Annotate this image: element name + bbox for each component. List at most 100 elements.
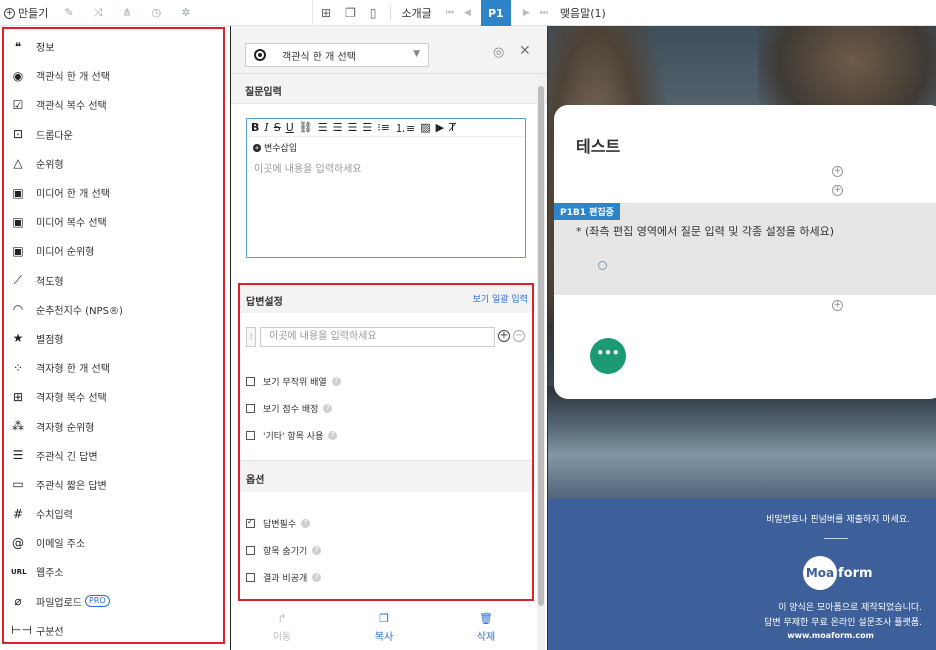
question-type-select[interactable]: 객관식 한 개 선택 ▼ [245,43,429,67]
align-right-icon[interactable]: ☰ [348,121,358,134]
checkbox[interactable] [246,546,255,555]
question-type-item[interactable]: ☑ 객관식 복수 선택 [4,90,223,119]
question-type-item[interactable]: ◠ 순추천지수 (NPS®) [4,295,223,324]
checkbox-score[interactable]: 보기 점수 배정 ? [246,402,333,415]
checkbox[interactable] [246,431,255,440]
survey-title[interactable]: 테스트 [576,133,620,157]
checkbox-required[interactable]: 답변필수 ? [246,517,311,530]
current-page-tab[interactable]: P1 [480,0,511,26]
bulk-input-link[interactable]: 보기 일괄 입력 [473,292,528,305]
image-icon[interactable]: ▨ [420,121,430,134]
drag-handle-icon[interactable]: ⁞ [246,327,256,347]
add-option-icon[interactable]: + [498,330,510,342]
help-icon[interactable]: ? [328,431,338,440]
question-type-label: 미디어 순위형 [36,247,95,259]
shuffle-icon[interactable]: ⤨ [94,6,103,20]
bullet-list-icon[interactable]: ⁝≡ [377,121,390,134]
prev-page-icon[interactable]: ◀ [464,8,471,18]
question-type-item[interactable]: ❝ 정보 [4,32,223,61]
help-icon[interactable]: ? [312,546,322,555]
moaform-logo[interactable]: Moa form [803,556,873,590]
section-title: 옵션 [246,475,265,486]
bold-icon[interactable]: B [251,121,259,134]
clock-icon[interactable]: ◷ [152,6,162,20]
add-block-icon[interactable]: + [832,300,843,311]
make-button[interactable]: + 만들기 [4,5,48,21]
copy-page-icon[interactable]: ❐ [345,6,356,20]
align-left-icon[interactable]: ☰ [318,121,328,134]
checkbox-random-order[interactable]: 보기 무작위 배열 ? [246,375,341,388]
checkbox[interactable] [246,377,255,386]
link-icon[interactable]: ⛓ [299,121,313,134]
question-type-item[interactable]: URL 웹주소 [4,557,223,586]
question-type-item[interactable]: ⊞ 격자형 복수 선택 [4,382,223,411]
footer-text: 이 양식은 모아폼으로 제작되었습니다. [778,603,922,613]
question-block[interactable]: P1B1 편집중 * (좌측 편집 영역에서 질문 입력 및 각종 설정을 하세… [554,203,936,295]
help-icon[interactable]: ? [312,573,322,582]
question-type-label: 별점형 [36,334,64,346]
branch-icon[interactable]: ⋔ [122,6,131,20]
clear-format-icon[interactable]: Ⱦ [449,121,456,134]
question-type-item[interactable]: ▣ 미디어 순위형 [4,236,223,265]
checkbox[interactable] [246,573,255,582]
align-center-icon[interactable]: ☰ [333,121,343,134]
last-page-icon[interactable]: ⏭ [540,8,548,18]
checkbox-private[interactable]: 결과 비공개 ? [246,571,322,584]
checkbox-other[interactable]: '기타' 항목 사용 ? [246,429,338,442]
question-type-item[interactable]: ⊡ 드롭다운 [4,120,223,149]
question-type-item[interactable]: ⟋ 척도형 [4,266,223,295]
move-button[interactable]: ↱ 이동 [231,604,333,650]
first-page-icon[interactable]: ⏮ [446,8,454,18]
video-icon[interactable]: ▶ [436,121,444,134]
underline-icon[interactable]: U [286,121,294,134]
add-block-icon[interactable]: + [832,185,843,196]
question-type-item[interactable]: ⊢⊣ 구분선 [4,616,223,645]
number-list-icon[interactable]: ⒈≡ [395,120,415,136]
target-icon[interactable]: ◎ [493,45,504,60]
checkbox-checked[interactable] [246,517,255,528]
pin-icon[interactable]: ✎ [64,6,73,20]
question-type-item[interactable]: ☰ 주관식 긴 답변 [4,441,223,470]
footer-url[interactable]: www.moaform.com [548,631,936,640]
help-icon[interactable]: ? [301,519,311,528]
question-type-item[interactable]: ◉ 객관식 한 개 선택 [4,61,223,90]
checkbox-hide[interactable]: 항목 숨기기 ? [246,544,322,557]
more-button[interactable]: ••• [590,338,626,374]
question-type-item[interactable]: ▣ 미디어 한 개 선택 [4,178,223,207]
delete-button[interactable]: 🗑 삭제 [435,604,537,650]
toolbar-left: + 만들기 ✎ ⤨ ⋔ ◷ ✲ [0,0,230,26]
question-type-item[interactable]: # 수치입력 [4,499,223,528]
question-type-item[interactable]: ▣ 미디어 복수 선택 [4,207,223,236]
scrollbar-thumb[interactable] [538,86,544,606]
copy-button[interactable]: ❐ 복사 [333,604,435,650]
help-icon[interactable]: ? [331,377,341,386]
intro-tab[interactable]: 소개글 [401,5,431,21]
question-type-item[interactable]: ★ 별점형 [4,324,223,353]
align-justify-icon[interactable]: ☰ [362,121,372,134]
gear-icon[interactable]: ✲ [181,6,190,20]
question-type-item[interactable]: △ 순위형 [4,149,223,178]
ending-tab[interactable]: 맺음말(1) [560,5,606,21]
question-rich-editor[interactable]: B I S U ⛓ ☰ ☰ ☰ ☰ ⁝≡ ⒈≡ ▨ ▶ Ⱦ + 변수삽입 이곳에… [246,118,526,258]
radio-option[interactable] [598,261,607,270]
variable-insert-button[interactable]: + 변수삽입 [247,137,525,154]
options-section-header: 옵션 [240,460,532,492]
star-icon: ★ [12,331,24,346]
close-icon[interactable]: ✕ [519,43,531,59]
strike-icon[interactable]: S [274,121,281,134]
checkbox[interactable] [246,404,255,413]
add-page-icon[interactable]: ⊞ [321,6,331,20]
italic-icon[interactable]: I [264,121,268,134]
question-type-item[interactable]: @ 이메일 주소 [4,528,223,557]
remove-option-icon[interactable]: − [513,330,525,342]
question-type-item[interactable]: ⁂ 격자형 순위형 [4,411,223,440]
option-input[interactable]: 이곳에 내용을 입력하세요 [260,327,495,347]
add-block-icon[interactable]: + [832,166,843,177]
question-type-item[interactable]: ⌀ 파일업로드 PRO [4,587,223,616]
question-type-item[interactable]: ▭ 주관식 짧은 답변 [4,470,223,499]
help-icon[interactable]: ? [323,404,333,413]
blank-page-icon[interactable]: ▯ [370,6,377,20]
next-page-icon[interactable]: ▶ [523,8,530,18]
question-type-label: 수치입력 [36,510,73,522]
question-type-item[interactable]: ⁘ 격자형 한 개 선택 [4,353,223,382]
